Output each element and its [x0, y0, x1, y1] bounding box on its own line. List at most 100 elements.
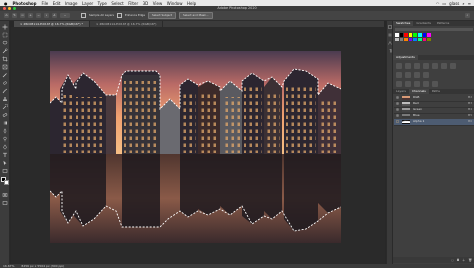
new-selection-icon[interactable]: ▫	[20, 13, 25, 18]
home-icon[interactable]: ⌂	[4, 13, 9, 18]
menu-type[interactable]: Type	[98, 1, 107, 6]
search-icon[interactable]: ⌕	[465, 13, 470, 18]
eyedropper-tool-icon[interactable]	[2, 72, 8, 78]
wifi-icon[interactable]: ◠	[436, 1, 440, 6]
type-tool-icon[interactable]	[2, 152, 8, 158]
move-tool-icon[interactable]	[2, 24, 8, 30]
menu-list-icon[interactable]: ≡	[468, 1, 471, 6]
visibility-toggle[interactable]	[396, 120, 399, 123]
visibility-eye-icon[interactable]	[396, 108, 399, 111]
menu-layer[interactable]: Layer	[82, 1, 93, 6]
color-balance-adjustment-icon[interactable]	[450, 63, 456, 69]
add-to-selection-icon[interactable]: +	[28, 13, 33, 18]
menu-select[interactable]: Select	[111, 1, 123, 6]
color-swatch[interactable]	[427, 33, 431, 37]
color-swatch[interactable]	[413, 37, 417, 42]
color-swatch[interactable]	[427, 37, 431, 42]
color-swatch[interactable]	[418, 37, 422, 42]
quick-mask-icon[interactable]	[2, 192, 8, 198]
angle-icon[interactable]: ∠	[52, 13, 57, 18]
menubar-user[interactable]: glass	[449, 1, 459, 6]
color-swatch[interactable]	[395, 33, 399, 37]
tab-paths[interactable]: Paths	[429, 89, 443, 94]
background-color-swatch[interactable]	[4, 180, 9, 185]
tab-layers[interactable]: Layers	[393, 89, 409, 94]
document-image[interactable]	[50, 51, 341, 243]
gradient-tool-icon[interactable]	[2, 120, 8, 126]
curves-adjustment-icon[interactable]	[414, 63, 420, 69]
channel-row-alpha-1[interactable]: Alpha 1 ⌘6	[394, 119, 474, 126]
visibility-eye-icon[interactable]	[396, 102, 399, 105]
tab-channels[interactable]: Channels	[408, 89, 429, 94]
vibrance-adjustment-icon[interactable]	[432, 63, 438, 69]
zoom-level[interactable]: 16.67%	[3, 264, 14, 268]
blur-tool-icon[interactable]	[2, 128, 8, 134]
tab-patterns[interactable]: Patterns	[434, 21, 452, 26]
subtract-selection-icon[interactable]: −	[36, 13, 41, 18]
quick-selection-tool-icon[interactable]: ✎	[12, 13, 17, 18]
color-swatch[interactable]	[399, 37, 404, 42]
color-swatch[interactable]	[408, 33, 413, 37]
sample-all-layers-checkbox[interactable]	[81, 13, 86, 18]
color-swatch[interactable]	[422, 33, 427, 37]
delete-channel-icon[interactable]: 🗑	[468, 258, 472, 262]
hue-saturation-adjustment-icon[interactable]	[441, 63, 447, 69]
brightness-contrast-adjustment-icon[interactable]	[396, 63, 402, 69]
menu-window[interactable]: Window	[167, 1, 183, 6]
visibility-eye-icon[interactable]	[396, 96, 399, 99]
color-swatch[interactable]	[408, 37, 413, 42]
eraser-tool-icon[interactable]	[2, 112, 8, 118]
invert-adjustment-icon[interactable]	[396, 81, 402, 87]
marquee-tool-icon[interactable]	[2, 32, 8, 38]
menu-file[interactable]: File	[42, 1, 49, 6]
path-selection-tool-icon[interactable]	[2, 160, 8, 166]
dodge-tool-icon[interactable]	[2, 136, 8, 142]
rectangle-tool-icon[interactable]	[2, 168, 8, 174]
black-white-adjustment-icon[interactable]	[396, 72, 402, 78]
color-swatch[interactable]	[404, 33, 408, 37]
load-selection-icon[interactable]: ◌	[451, 258, 454, 262]
menu-3d[interactable]: 3D	[143, 1, 149, 6]
menu-app-name[interactable]: Photoshop	[13, 1, 37, 6]
brush-settings-icon[interactable]: ⌄	[60, 13, 70, 18]
color-swatch[interactable]	[404, 37, 408, 42]
color-swatch[interactable]	[418, 33, 422, 37]
threshold-adjustment-icon[interactable]	[414, 81, 420, 87]
menu-filter[interactable]: Filter	[128, 1, 138, 6]
color-swatch[interactable]	[422, 37, 427, 42]
frame-tool-icon[interactable]	[2, 64, 8, 70]
lasso-tool-icon[interactable]	[2, 40, 8, 46]
select-and-mask-button[interactable]: Select and Mask...	[178, 12, 213, 19]
tab-swatches[interactable]: Swatches	[393, 21, 414, 26]
exposure-adjustment-icon[interactable]	[423, 63, 429, 69]
photo-filter-adjustment-icon[interactable]	[405, 72, 411, 78]
color-swatch[interactable]	[413, 33, 417, 37]
color-lookup-adjustment-icon[interactable]	[423, 72, 429, 78]
enhance-edge-checkbox[interactable]	[117, 13, 122, 18]
battery-icon[interactable]: ▭	[442, 1, 446, 6]
gradient-map-adjustment-icon[interactable]	[423, 81, 429, 87]
pen-tool-icon[interactable]	[2, 144, 8, 150]
save-selection-icon[interactable]: ◘	[457, 258, 459, 262]
new-channel-icon[interactable]: ＋	[462, 258, 465, 262]
apple-menu-icon[interactable]: ●	[4, 1, 8, 6]
menu-image[interactable]: Image	[65, 1, 78, 6]
levels-adjustment-icon[interactable]	[405, 63, 411, 69]
color-swatch[interactable]	[399, 33, 404, 37]
search-icon[interactable]: ⌕	[462, 1, 464, 6]
history-brush-tool-icon[interactable]	[2, 104, 8, 110]
crop-tool-icon[interactable]	[2, 56, 8, 62]
clone-stamp-tool-icon[interactable]	[2, 96, 8, 102]
menu-help[interactable]: Help	[187, 1, 196, 6]
posterize-adjustment-icon[interactable]	[405, 81, 411, 87]
menu-view[interactable]: View	[153, 1, 163, 6]
swatch-search-field[interactable]	[395, 28, 473, 31]
channel-mixer-adjustment-icon[interactable]	[414, 72, 420, 78]
visibility-eye-icon[interactable]	[396, 114, 399, 117]
selective-color-adjustment-icon[interactable]	[432, 81, 438, 87]
screen-mode-icon[interactable]	[2, 200, 8, 206]
tab-adjustments[interactable]: Adjustments	[393, 55, 418, 60]
brush-tool-icon[interactable]	[2, 88, 8, 94]
menu-edit[interactable]: Edit	[53, 1, 61, 6]
tab-gradients[interactable]: Gradients	[413, 21, 434, 26]
